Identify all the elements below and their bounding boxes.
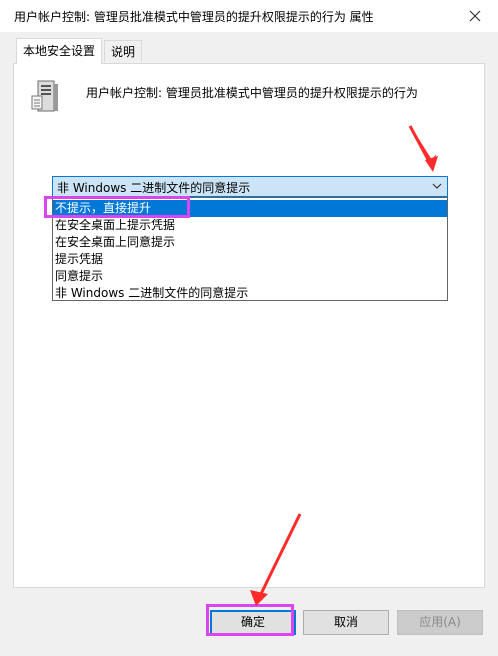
tab-local-security-setting[interactable]: 本地安全设置 xyxy=(16,38,103,64)
option-prompt-consent-secure-desktop[interactable]: 在安全桌面上同意提示 xyxy=(53,234,447,251)
title-bar[interactable]: 用户帐户控制: 管理员批准模式中管理员的提升权限提示的行为 属性 xyxy=(0,0,498,32)
prompt-behavior-select[interactable]: 非 Windows 二进制文件的同意提示 xyxy=(52,176,448,197)
option-prompt-consent[interactable]: 同意提示 xyxy=(53,268,447,285)
apply-button[interactable]: 应用(A) xyxy=(397,610,483,635)
chevron-down-icon xyxy=(432,183,442,189)
select-current-value: 非 Windows 二进制文件的同意提示 xyxy=(57,181,251,195)
option-no-prompt[interactable]: 不提示，直接提升 xyxy=(53,200,447,217)
window-title: 用户帐户控制: 管理员批准模式中管理员的提升权限提示的行为 属性 xyxy=(14,10,374,24)
close-button[interactable] xyxy=(452,0,498,32)
option-consent-non-windows-binaries[interactable]: 非 Windows 二进制文件的同意提示 xyxy=(53,285,447,302)
tab-explain[interactable]: 说明 xyxy=(104,40,143,62)
policy-name: 用户帐户控制: 管理员批准模式中管理员的提升权限提示的行为 xyxy=(86,86,418,100)
option-prompt-credentials-secure-desktop[interactable]: 在安全桌面上提示凭据 xyxy=(53,217,447,234)
policy-server-icon xyxy=(31,80,58,112)
close-icon xyxy=(469,10,481,22)
dropdown-list: 不提示，直接提升 在安全桌面上提示凭据 在安全桌面上同意提示 提示凭据 同意提示… xyxy=(52,197,448,301)
tab-panel xyxy=(13,63,485,588)
cancel-button[interactable]: 取消 xyxy=(303,610,389,635)
ok-button[interactable]: 确定 xyxy=(210,610,296,635)
option-prompt-credentials[interactable]: 提示凭据 xyxy=(53,251,447,268)
properties-dialog: 用户帐户控制: 管理员批准模式中管理员的提升权限提示的行为 属性 本地安全设置 … xyxy=(0,0,498,656)
